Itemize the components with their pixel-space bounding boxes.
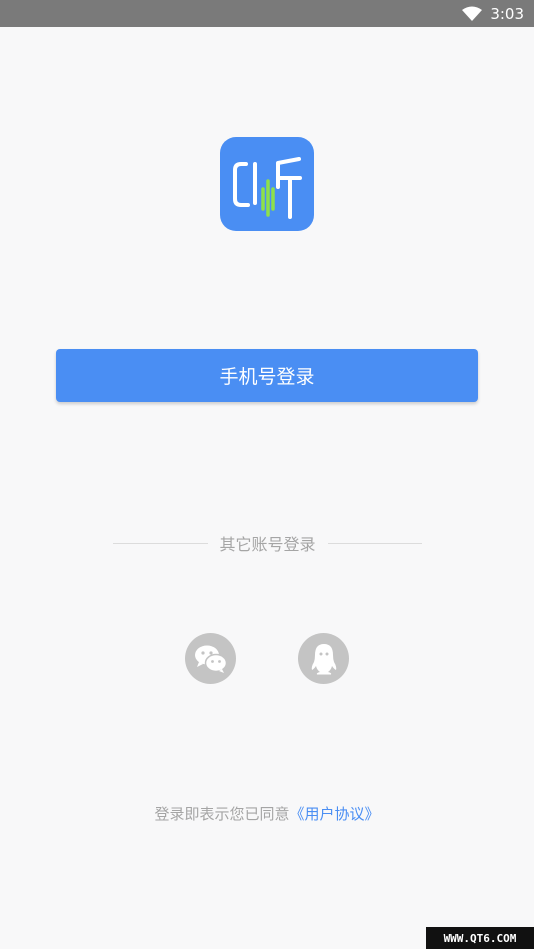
divider-line-left [113,542,208,544]
app-logo-icon [220,137,314,231]
status-time: 3:03 [490,4,524,23]
wechat-login-button[interactable] [185,633,236,684]
divider-line-right [327,542,423,544]
wifi-icon [462,6,483,21]
user-agreement-notice: 登录即表示您已同意《用户协议》 [0,803,534,824]
user-agreement-link[interactable]: 《用户协议》 [290,805,380,823]
other-login-label: 其它账号登录 [219,535,316,554]
qq-icon [311,643,336,674]
status-bar: 3:03 [0,0,534,27]
watermark: WWW.QT6.COM [426,927,534,949]
other-login-divider: 其它账号登录 [113,531,423,555]
agreement-prefix: 登录即表示您已同意 [154,805,290,823]
wechat-icon [194,645,227,673]
phone-login-button[interactable]: 手机号登录 [56,349,478,402]
qq-login-button[interactable] [298,633,349,684]
